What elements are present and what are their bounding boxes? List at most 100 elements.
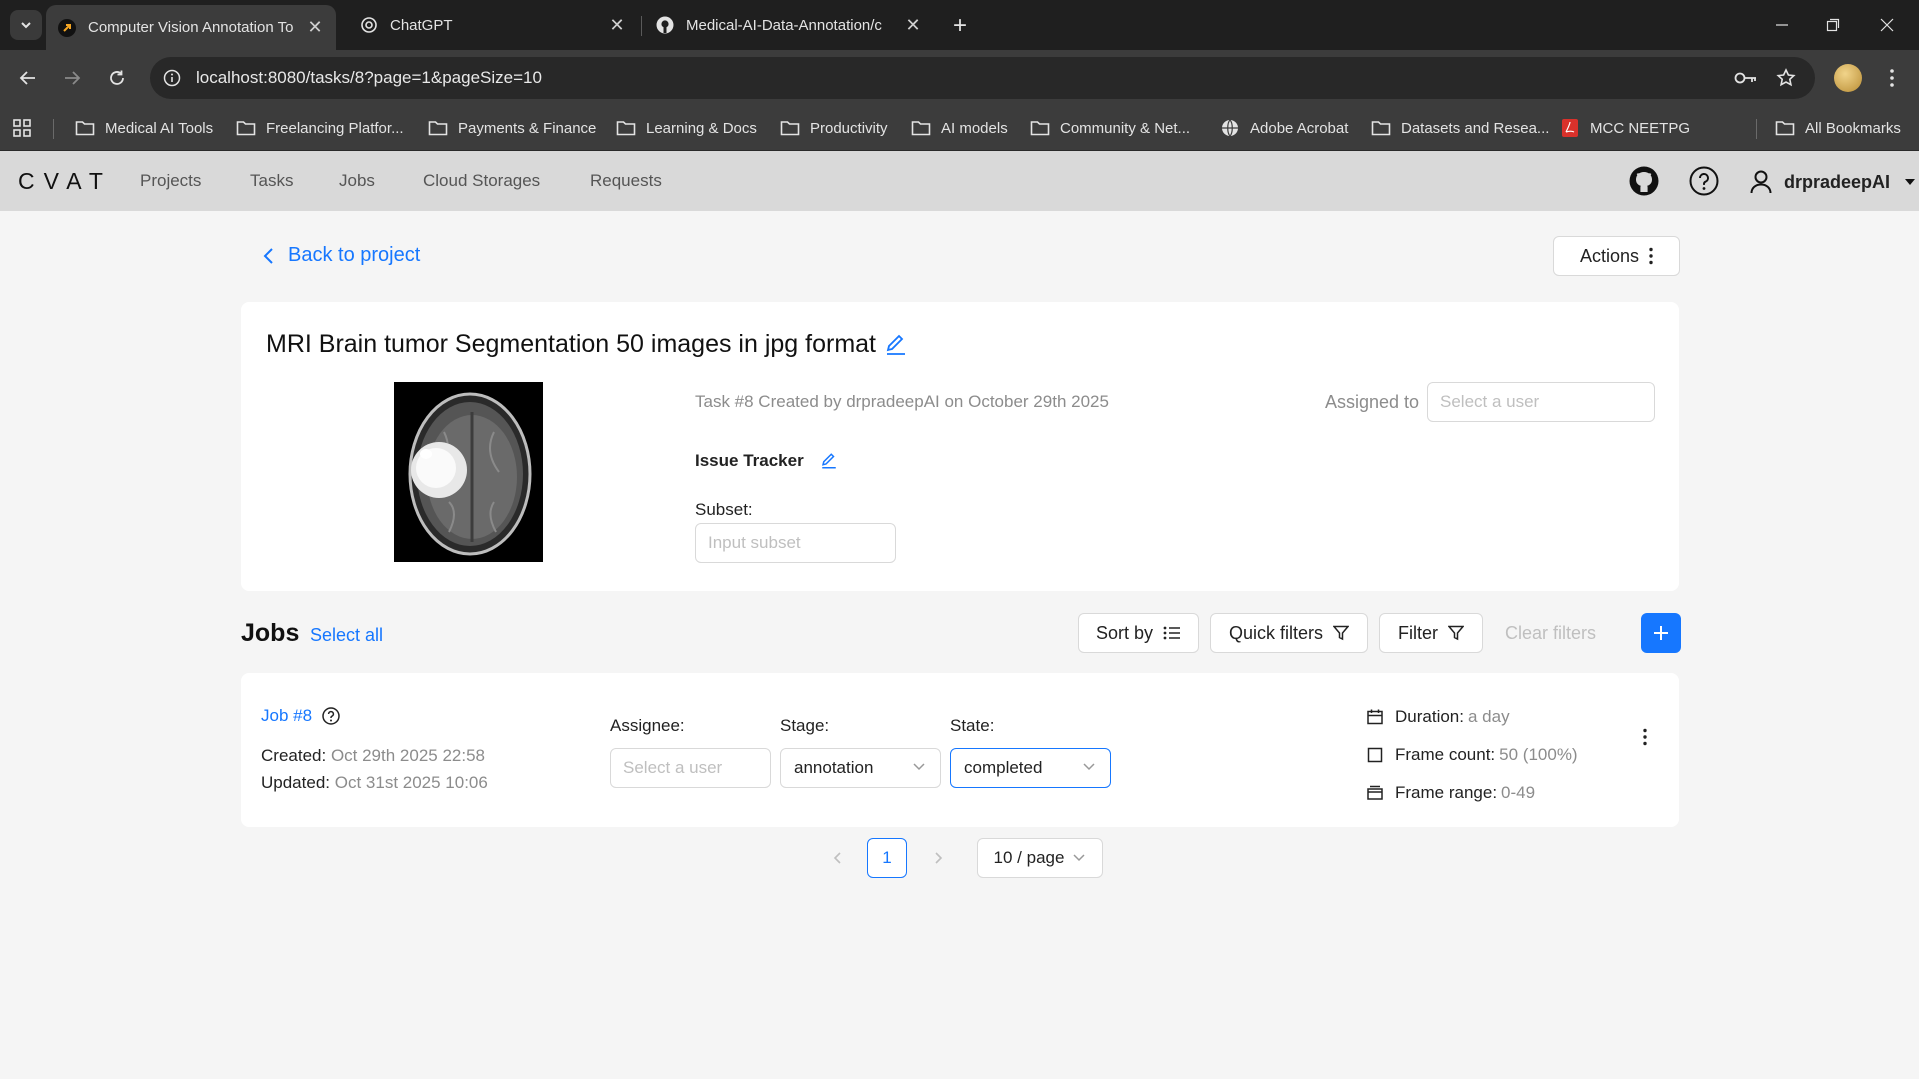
close-tab-icon[interactable]: ✕ xyxy=(604,12,630,38)
profile-avatar[interactable] xyxy=(1834,64,1862,92)
address-bar[interactable]: localhost:8080/tasks/8?page=1&pageSize=1… xyxy=(150,57,1815,99)
folder-icon xyxy=(780,119,800,137)
minimize-icon xyxy=(1776,24,1788,26)
tab-title: Computer Vision Annotation To xyxy=(88,19,294,36)
tab-github[interactable]: Medical-AI-Data-Annotation/c ✕ xyxy=(644,5,934,45)
bookmark-divider xyxy=(53,119,54,139)
calendar-icon xyxy=(1367,709,1385,725)
github-icon[interactable] xyxy=(1628,165,1660,197)
folder-icon xyxy=(236,119,256,137)
nav-jobs[interactable]: Jobs xyxy=(339,171,375,191)
subset-input[interactable]: Input subset xyxy=(695,523,896,563)
close-tab-icon[interactable]: ✕ xyxy=(900,12,926,38)
prev-page-icon[interactable] xyxy=(828,838,848,878)
state-label: State: xyxy=(950,716,995,735)
job-link[interactable]: Job #8 xyxy=(261,706,312,726)
chevron-down-icon xyxy=(21,22,31,29)
job-more-icon[interactable] xyxy=(1643,728,1647,746)
chevron-down-icon xyxy=(912,762,926,772)
new-tab-button[interactable]: + xyxy=(946,12,974,40)
back-to-project-link[interactable]: Back to project xyxy=(262,244,420,267)
browser-menu-icon[interactable] xyxy=(1880,64,1904,92)
task-meta-text: Task #8 Created by drpradeepAI on Octobe… xyxy=(695,392,1109,411)
edit-issue-tracker-icon[interactable] xyxy=(820,452,838,470)
assignee-label: Assignee: xyxy=(610,716,685,735)
job-created: Created: Oct 29th 2025 22:58 xyxy=(261,746,485,765)
bookmark-folder[interactable]: Freelancing Platfor... xyxy=(236,116,404,140)
issue-tracker: Issue Tracker xyxy=(695,451,838,471)
bookmark-link[interactable]: Adobe Acrobat xyxy=(1220,116,1348,140)
nav-cloud-storages[interactable]: Cloud Storages xyxy=(423,171,540,191)
cvat-logo[interactable]: CVAT xyxy=(18,167,112,195)
sort-list-icon xyxy=(1163,625,1181,641)
folder-icon xyxy=(75,119,95,137)
question-circle-icon[interactable] xyxy=(322,707,340,725)
forward-button[interactable] xyxy=(56,62,88,94)
apps-grid-icon[interactable] xyxy=(12,116,32,140)
folder-range-icon xyxy=(1367,785,1385,801)
bookmark-folder[interactable]: Datasets and Resea... xyxy=(1371,116,1549,140)
bookmark-folder[interactable]: Productivity xyxy=(780,116,888,140)
bookmark-folder[interactable]: Community & Net... xyxy=(1030,116,1190,140)
tab-title: ChatGPT xyxy=(390,16,453,34)
job-assignee-select[interactable]: Select a user xyxy=(610,748,771,788)
chatgpt-favicon-icon xyxy=(360,16,378,34)
minimize-button[interactable] xyxy=(1753,0,1811,50)
user-menu[interactable]: drpradeepAI xyxy=(1750,167,1916,197)
nav-requests[interactable]: Requests xyxy=(590,171,662,191)
back-button[interactable] xyxy=(12,62,44,94)
pdf-icon xyxy=(1560,119,1580,137)
page-size-select[interactable]: 10 / page xyxy=(977,838,1103,878)
arrow-left-icon xyxy=(19,71,35,85)
quick-filters-button[interactable]: Quick filters xyxy=(1210,613,1368,653)
tab-cvat[interactable]: Computer Vision Annotation To ✕ xyxy=(46,5,336,50)
stage-label: Stage: xyxy=(780,716,830,735)
page-number-button[interactable]: 1 xyxy=(867,838,907,878)
chevron-down-icon xyxy=(1072,853,1086,863)
clear-filters-button[interactable]: Clear filters xyxy=(1505,623,1596,644)
edit-title-icon[interactable] xyxy=(884,333,908,357)
frame-square-icon xyxy=(1367,747,1385,763)
app-header: CVAT Projects Tasks Jobs Cloud Storages … xyxy=(0,151,1919,211)
bookmark-folder[interactable]: AI models xyxy=(911,116,1008,140)
job-id: Job #8 xyxy=(261,706,340,726)
bookmarks-bar: Medical AI Tools Freelancing Platfor... … xyxy=(0,106,1919,151)
bookmark-star-icon[interactable] xyxy=(1773,66,1799,90)
stage-select[interactable]: annotation xyxy=(780,748,941,788)
reload-button[interactable] xyxy=(101,62,133,94)
help-icon[interactable] xyxy=(1688,165,1720,197)
actions-button[interactable]: Actions xyxy=(1553,236,1680,276)
next-page-icon[interactable] xyxy=(928,838,948,878)
bookmark-folder[interactable]: Payments & Finance xyxy=(428,116,596,140)
site-info-icon[interactable] xyxy=(160,66,184,90)
assigned-to-label: Assigned to xyxy=(1325,392,1420,412)
password-key-icon[interactable] xyxy=(1733,66,1759,90)
tab-chatgpt[interactable]: ChatGPT ✕ xyxy=(348,5,638,45)
tab-search-button[interactable] xyxy=(10,10,42,40)
bookmark-folder[interactable]: Medical AI Tools xyxy=(75,116,213,140)
filter-button[interactable]: Filter xyxy=(1379,613,1483,653)
cvat-favicon-icon xyxy=(58,18,76,37)
bookmark-link[interactable]: MCC NEETPG xyxy=(1560,116,1690,140)
close-window-button[interactable] xyxy=(1858,0,1916,50)
task-preview-image xyxy=(394,382,543,562)
bookmark-folder[interactable]: Learning & Docs xyxy=(616,116,757,140)
folder-icon xyxy=(616,119,636,137)
folder-icon xyxy=(1775,119,1795,137)
task-assignee-select[interactable]: Select a user xyxy=(1427,382,1655,422)
close-tab-icon[interactable]: ✕ xyxy=(302,15,328,41)
sort-by-button[interactable]: Sort by xyxy=(1078,613,1199,653)
folder-icon xyxy=(911,119,931,137)
nav-projects[interactable]: Projects xyxy=(140,171,201,191)
nav-tasks[interactable]: Tasks xyxy=(250,171,293,191)
user-icon xyxy=(1750,170,1772,194)
state-select[interactable]: completed xyxy=(950,748,1111,788)
chevron-down-icon xyxy=(1082,762,1096,772)
github-favicon-icon xyxy=(656,16,674,34)
job-frame-range: Frame range: 0-49 xyxy=(1367,783,1535,803)
all-bookmarks-folder[interactable]: All Bookmarks xyxy=(1775,116,1901,140)
jobs-heading: Jobs xyxy=(241,619,300,647)
restore-button[interactable] xyxy=(1804,0,1862,50)
select-all-link[interactable]: Select all xyxy=(310,625,383,646)
add-job-button[interactable] xyxy=(1641,613,1681,653)
